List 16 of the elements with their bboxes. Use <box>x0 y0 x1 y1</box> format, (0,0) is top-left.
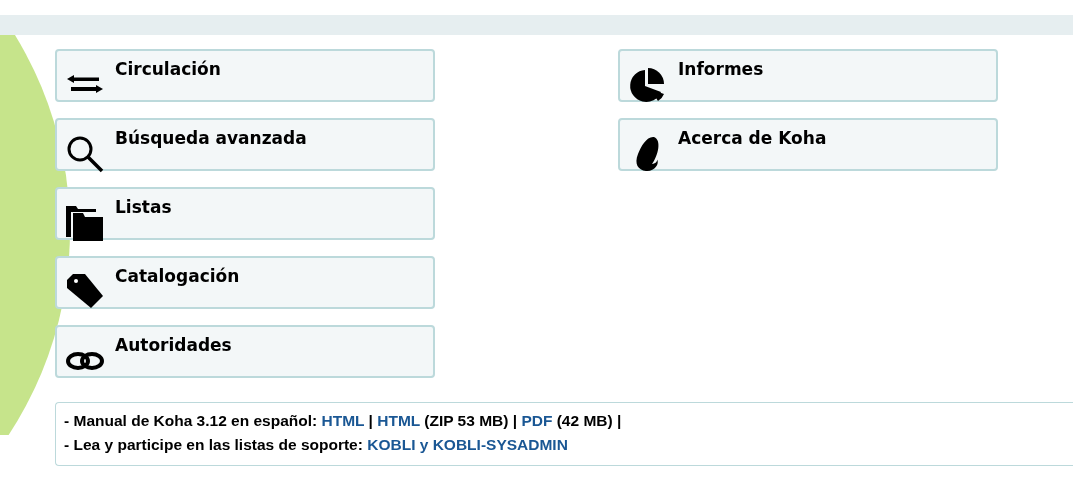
module-button[interactable]: Listas <box>55 187 435 240</box>
search-icon <box>65 134 105 174</box>
module-button[interactable]: Acerca de Koha <box>618 118 998 171</box>
text-link[interactable]: PDF <box>521 412 553 429</box>
module-button[interactable]: Búsqueda avanzada <box>55 118 435 171</box>
link-icon <box>65 352 105 370</box>
module-button[interactable]: Autoridades <box>55 325 435 378</box>
text-link[interactable]: HTML <box>377 412 420 429</box>
text-link[interactable]: HTML <box>321 412 365 429</box>
text-link[interactable]: KOBLI y KOBLI-SYSADMIN <box>367 436 568 453</box>
folders-icon <box>65 203 105 243</box>
footer-text: - Lea y participe en las listas de soporte: KOBLI y KOBLI-SYSADMIN <box>64 435 568 455</box>
module-button[interactable]: Circulación <box>55 49 435 102</box>
footer-text: - Manual de Koha 3.12 en español: HTML | HTML (ZIP 53 MB) | PDF (42 MB) | <box>64 411 622 431</box>
module-button[interactable]: Informes <box>618 49 998 102</box>
module-button[interactable]: Catalogación <box>55 256 435 309</box>
